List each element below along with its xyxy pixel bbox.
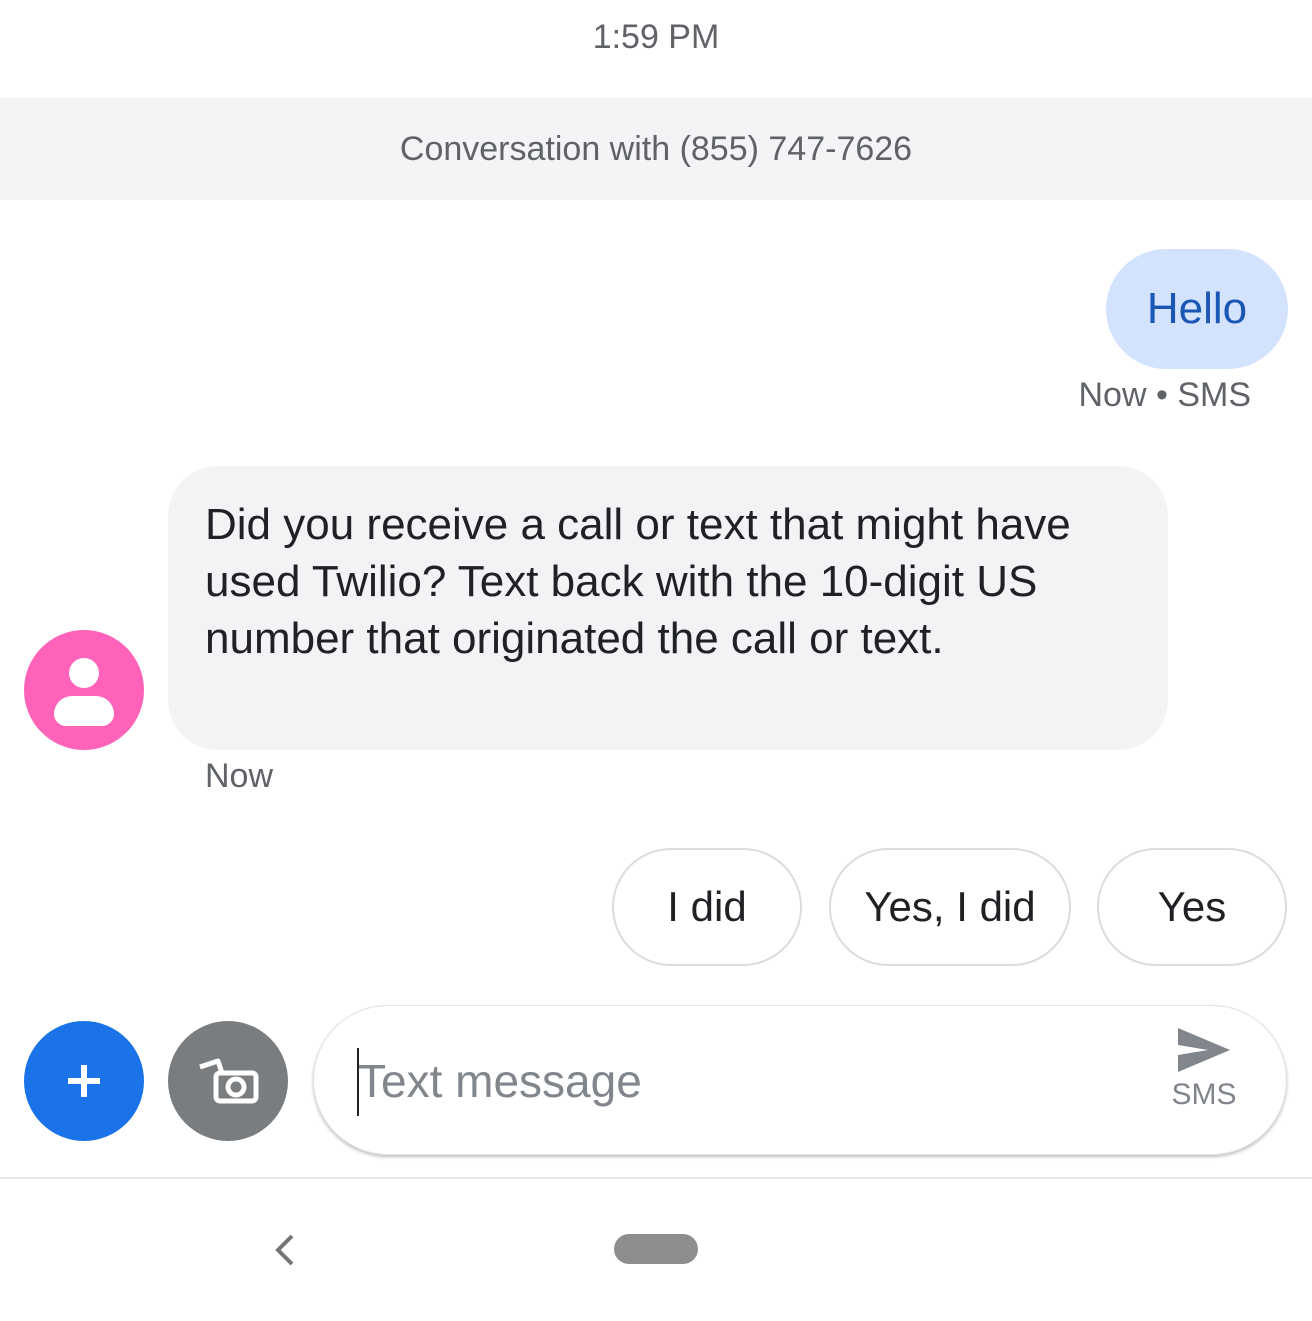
nav-back-button[interactable] [264, 1228, 304, 1272]
received-message-bubble[interactable]: Did you receive a call or text that migh… [168, 466, 1168, 750]
smart-reply-i-did[interactable]: I did [612, 848, 802, 966]
smart-reply-yes-i-did[interactable]: Yes, I did [829, 848, 1071, 966]
send-icon [1178, 1028, 1230, 1072]
camera-gallery-icon [199, 1058, 259, 1104]
sent-message-meta: Now • SMS [1078, 376, 1252, 414]
status-bar-time: 1:59 PM [592, 18, 720, 56]
text-message-input[interactable] [358, 1046, 1138, 1116]
plus-icon [68, 1065, 100, 1097]
smart-reply-yes[interactable]: Yes [1097, 848, 1287, 966]
send-mode-label: SMS [1171, 1078, 1237, 1111]
conversation-banner: Conversation with (855) 747-7626 [0, 98, 1312, 200]
send-button[interactable]: SMS [1154, 1024, 1254, 1136]
received-message-meta: Now [205, 757, 274, 795]
person-icon [69, 658, 99, 688]
sent-message-bubble[interactable]: Hello [1106, 249, 1288, 369]
compose-box: SMS [313, 1005, 1287, 1155]
back-chevron-icon [275, 1234, 294, 1266]
contact-avatar[interactable] [24, 630, 144, 750]
nav-home-pill[interactable] [614, 1234, 698, 1264]
camera-gallery-button[interactable] [168, 1021, 288, 1141]
nav-divider [0, 1177, 1312, 1179]
person-icon-body [54, 696, 114, 726]
add-attachment-button[interactable] [24, 1021, 144, 1141]
